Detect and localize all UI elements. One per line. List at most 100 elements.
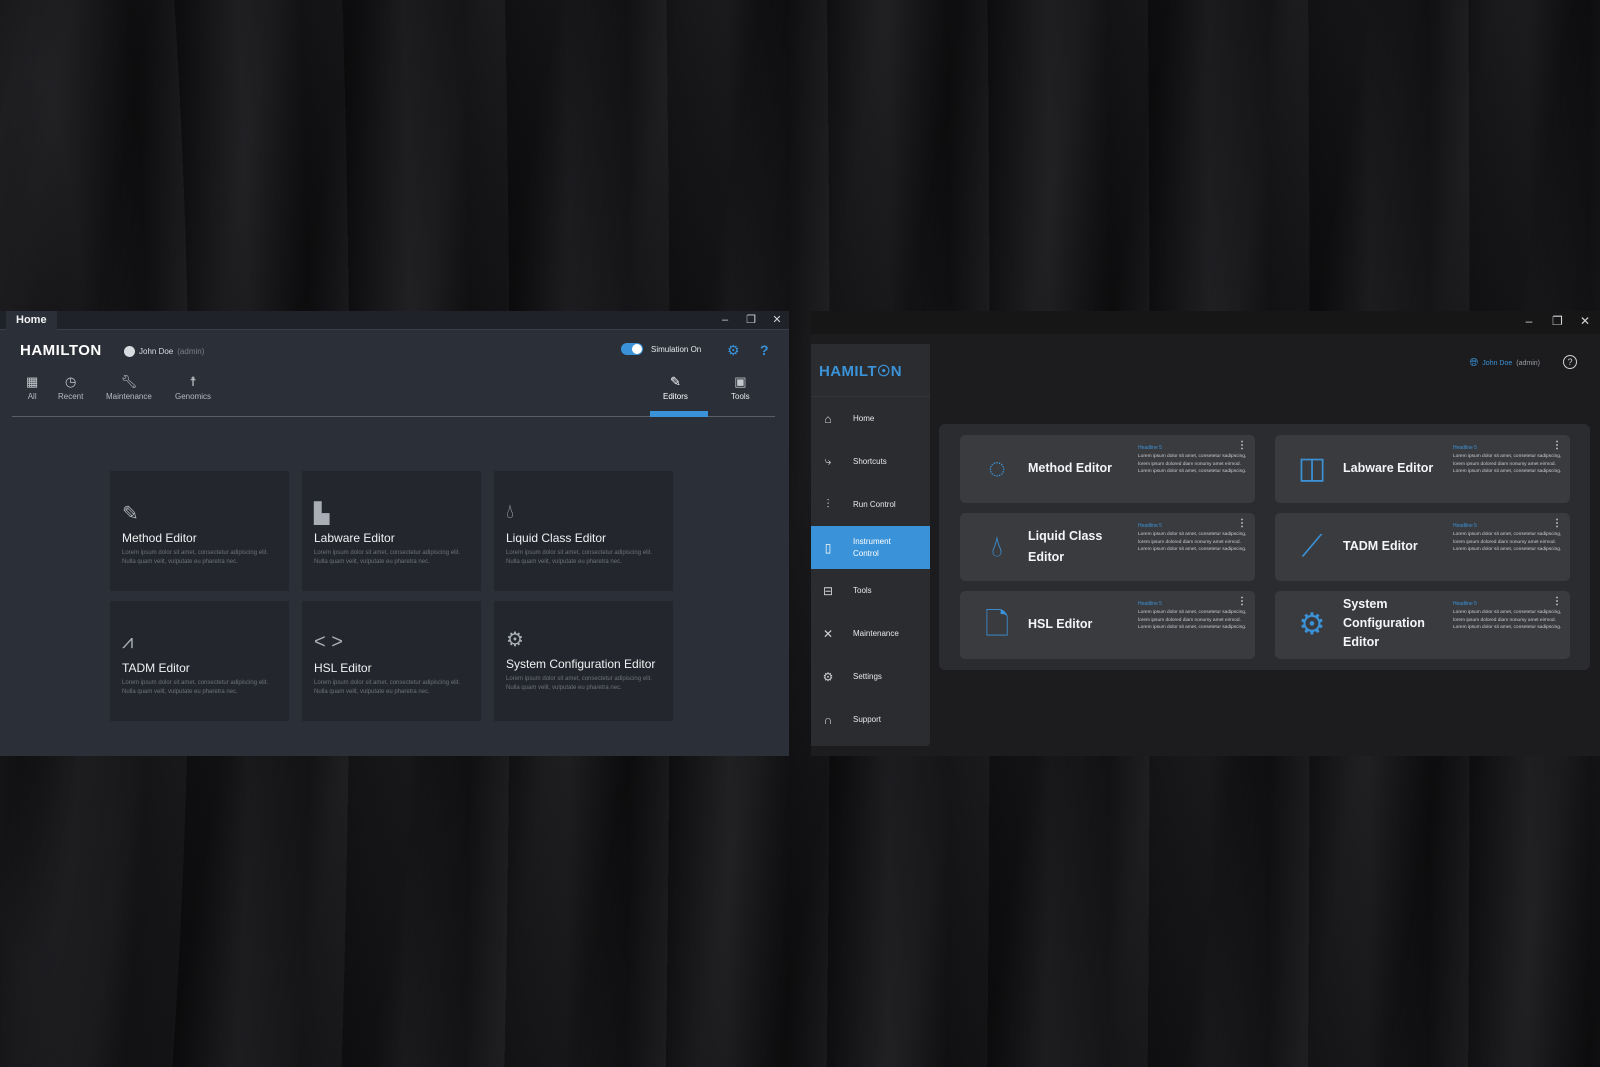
grid-icon: ▦ [26,374,39,389]
toolbar-label: Maintenance [106,392,152,401]
simulation-toggle[interactable]: Simulation On [621,343,701,355]
sidebar-item-label: Tools [853,586,872,595]
card-labware-editor[interactable]: ▙ Labware Editor Lorem ipsum dolor sit a… [302,471,481,591]
restore-button[interactable]: ❐ [1552,314,1563,328]
minimize-button[interactable]: – [719,311,731,330]
home-icon: ⌂ [824,411,832,426]
shortcuts-icon: ⤷ [824,454,832,468]
card-title: Method Editor [122,531,197,545]
user-name: John Doe [1482,360,1513,367]
close-button[interactable]: ✕ [1580,314,1590,328]
user-name: John Doe [139,347,174,356]
toolbar-recent[interactable]: ◷ Recent [58,374,83,401]
sidebar-item-label: Shortcuts [853,457,887,466]
tools-icon: ✕ [822,626,834,641]
logo: HAMILT☉N [811,344,930,397]
tile-tadm-editor[interactable]: ⟋ TADM Editor Headline 5 Lorem ipsum dol… [1275,513,1570,581]
toolbar-label: Tools [731,392,750,401]
restore-button[interactable]: ❐ [745,311,757,330]
tile-headline: Headline 5 [1138,445,1162,451]
sidebar-item-label: Home [853,414,875,423]
more-menu-icon[interactable]: ⋮ [1237,518,1247,529]
window-controls: – ❐ ✕ [719,311,783,330]
card-description: Lorem ipsum dolor sit amet, consectetur … [314,680,461,695]
toolbar-label: Genomics [175,392,212,401]
tile-labware-editor[interactable]: ◫ Labware Editor Headline 5 Lorem ipsum … [1275,435,1570,503]
toolbox-icon: ▣ [734,374,747,389]
card-system-configuration-editor[interactable]: ⚙ System Configuration Editor Lorem ipsu… [494,601,673,721]
sidebar-item-support[interactable]: ∩ Support [811,698,930,741]
toolbar-genomics[interactable]: ☨ Genomics [175,374,211,401]
pencil-icon: ✎ [670,374,681,389]
simulation-label: Simulation On [651,344,702,354]
tile-description: Lorem ipsum dolor sit amet, consetetur s… [1138,454,1247,474]
tab-home[interactable]: Home [6,311,57,330]
sidebar-item-shortcuts[interactable]: ⤷ Shortcuts [811,440,930,483]
layout-icon: ◫ [1297,452,1327,485]
toolbar-editors[interactable]: ✎ Editors [663,374,688,401]
more-menu-icon[interactable]: ⋮ [1237,440,1247,451]
help-icon[interactable]: ? [760,342,769,358]
minimize-button[interactable]: – [1524,314,1534,328]
card-title: System Configuration Editor [506,657,656,671]
code-file-icon: 🗋︎ [984,608,1010,641]
tile-title: HSL Editor [1028,617,1093,631]
more-menu-icon[interactable]: ⋮ [1552,518,1562,529]
genomics-icon: ☨ [189,374,197,389]
toolbar-tools[interactable]: ▣ Tools [731,374,750,401]
sidebar-item-instrument-control[interactable]: ▯ Instrument Control [811,526,930,569]
toolbox-icon: ⊟ [822,583,834,598]
card-method-editor[interactable]: ✎ Method Editor Lorem ipsum dolor sit am… [110,471,289,591]
sidebar: HAMILT☉N ⌂ Home ⤷ Shortcuts ⫶ Run Contro… [811,344,930,746]
user-info[interactable]: 🌐︎ John Doe (admin) [1469,357,1540,370]
more-menu-icon[interactable]: ⋮ [1552,440,1562,451]
headset-icon: ∩ [823,712,833,727]
card-tadm-editor[interactable]: ⩘ TADM Editor Lorem ipsum dolor sit amet… [110,601,289,721]
close-button[interactable]: ✕ [771,311,783,330]
layout-icon: ▙ [314,503,330,525]
globe-icon: 🌐︎ [1469,357,1479,369]
active-tab-indicator [650,411,708,417]
tile-method-editor[interactable]: ◌ Method Editor Headline 5 Lorem ipsum d… [960,435,1255,503]
sidebar-item-home[interactable]: ⌂ Home [811,397,930,440]
toggle-switch[interactable] [621,343,643,355]
toolbar-all[interactable]: ▦ All [26,374,38,401]
gear-icon[interactable]: ⚙ [727,342,740,359]
card-title: Liquid Class Editor [506,531,607,545]
user-info[interactable]: John Doe (admin) [124,346,204,357]
more-menu-icon[interactable]: ⋮ [1552,596,1562,607]
history-icon: ◷ [65,374,77,389]
toolbar-maintenance[interactable]: 🔧︎ Maintenance [106,374,152,401]
help-icon[interactable]: ? [1563,355,1577,369]
sidebar-item-run-control[interactable]: ⫶ Run Control [811,483,930,526]
more-menu-icon[interactable]: ⋮ [1237,596,1247,607]
method-icon: ◌ [988,452,1006,485]
card-description: Lorem ipsum dolor sit amet, consectetur … [122,550,269,565]
gear-icon: ⚙ [506,629,524,651]
tile-description: Lorem ipsum dolor sit amet, consetetur s… [1138,532,1247,552]
toolbar-label: All [27,392,37,401]
card-description: Lorem ipsum dolor sit amet, consectetur … [506,550,653,565]
card-description: Lorem ipsum dolor sit amet, consectetur … [122,680,269,695]
tile-description: Lorem ipsum dolor sit amet, consetetur s… [1453,610,1562,630]
card-title: HSL Editor [314,661,372,675]
toolbar-label: Recent [58,392,84,401]
sliders-icon: ⫶ [826,497,830,511]
tile-title: TADM Editor [1343,539,1418,553]
sidebar-item-maintenance[interactable]: ✕ Maintenance [811,612,930,655]
card-description: Lorem ipsum dolor sit amet, consectetur … [506,676,653,691]
tile-description: Lorem ipsum dolor sit amet, consetetur s… [1138,610,1247,630]
sidebar-item-label: Settings [853,672,882,681]
card-liquid-class-editor[interactable]: 💧︎ Liquid Class Editor Lorem ipsum dolor… [494,471,673,591]
tile-title: System Configuration Editor [1343,597,1425,649]
sidebar-item-settings[interactable]: ⚙ Settings [811,655,930,698]
tile-system-configuration-editor[interactable]: ⚙ System Configuration Editor Headline 5… [1275,591,1570,659]
instrument-icon: ▯ [824,540,832,555]
left-app-window: Home – ❐ ✕ HAMILTON John Doe (admin) Sim… [0,311,789,756]
tile-title: Method Editor [1028,461,1113,475]
card-hsl-editor[interactable]: < > HSL Editor Lorem ipsum dolor sit ame… [302,601,481,721]
tile-hsl-editor[interactable]: 🗋︎ HSL Editor Headline 5 Lorem ipsum dol… [960,591,1255,659]
tile-liquid-class-editor[interactable]: 💧︎ Liquid Class Editor Headline 5 Lorem … [960,513,1255,581]
trend-icon: ⩘ [122,631,134,653]
sidebar-item-tools[interactable]: ⊟ Tools [811,569,930,612]
